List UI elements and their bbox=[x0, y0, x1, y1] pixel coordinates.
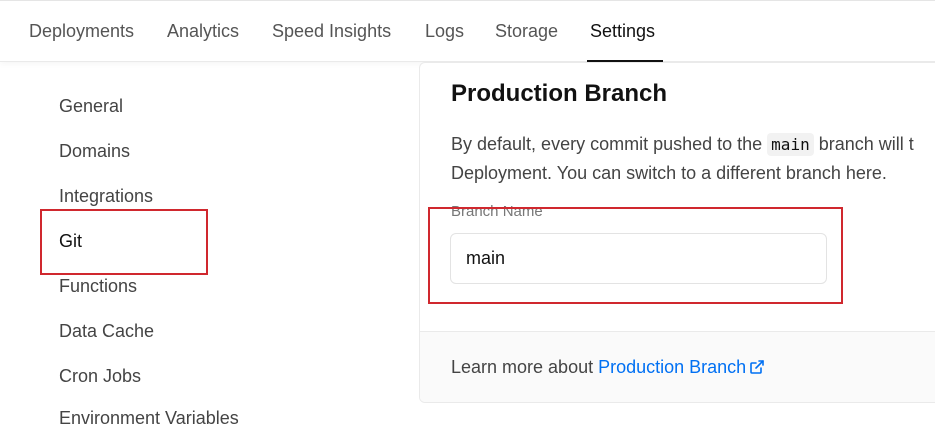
sidebar-item-environment-variables[interactable]: Environment Variables bbox=[59, 408, 239, 429]
branch-name-label: Branch Name bbox=[451, 203, 543, 220]
sidebar-item-git[interactable]: Git bbox=[59, 231, 82, 252]
description-text-cont: branch will t bbox=[813, 134, 914, 154]
panel-footer: Learn more about Production Branch bbox=[420, 331, 935, 402]
external-link-icon bbox=[750, 360, 764, 374]
sidebar-item-functions[interactable]: Functions bbox=[59, 276, 137, 297]
project-tabs: Deployments Analytics Speed Insights Log… bbox=[0, 0, 935, 62]
sidebar-item-cron-jobs[interactable]: Cron Jobs bbox=[59, 366, 141, 387]
tab-speed-insights[interactable]: Speed Insights bbox=[272, 21, 391, 42]
tab-logs[interactable]: Logs bbox=[425, 21, 464, 42]
tab-settings[interactable]: Settings bbox=[590, 21, 655, 42]
section-description: By default, every commit pushed to the m… bbox=[451, 130, 935, 187]
section-title: Production Branch bbox=[451, 80, 668, 107]
branch-code: main bbox=[767, 133, 814, 156]
production-branch-link[interactable]: Production Branch bbox=[598, 357, 765, 377]
tab-storage[interactable]: Storage bbox=[495, 21, 558, 42]
sidebar-item-general[interactable]: General bbox=[59, 96, 123, 117]
sidebar-item-domains[interactable]: Domains bbox=[59, 141, 130, 162]
learn-more-text: Learn more about Production Branch bbox=[451, 357, 765, 378]
sidebar-item-integrations[interactable]: Integrations bbox=[59, 186, 153, 207]
learn-more-prefix: Learn more about bbox=[451, 357, 599, 377]
description-text: By default, every commit pushed to the bbox=[451, 134, 768, 154]
description-line-2: Deployment. You can switch to a differen… bbox=[451, 163, 887, 183]
sidebar-item-data-cache[interactable]: Data Cache bbox=[59, 321, 154, 342]
tab-analytics[interactable]: Analytics bbox=[167, 21, 239, 42]
production-branch-link-label: Production Branch bbox=[598, 357, 747, 377]
tab-deployments[interactable]: Deployments bbox=[29, 21, 134, 42]
branch-name-input[interactable] bbox=[450, 233, 827, 284]
production-branch-panel: Production Branch By default, every comm… bbox=[419, 62, 935, 403]
